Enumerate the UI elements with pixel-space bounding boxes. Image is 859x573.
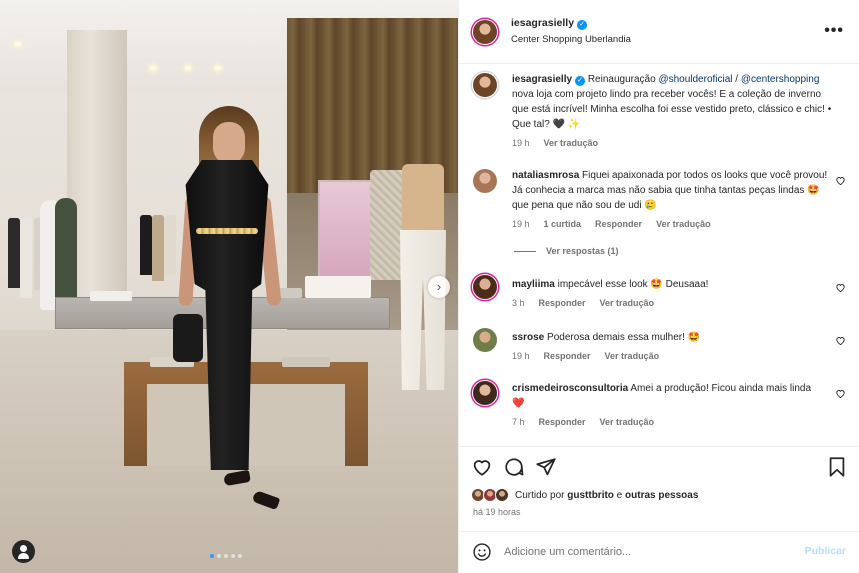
avatar[interactable] xyxy=(473,20,497,44)
caption-username[interactable]: iesagrasielly xyxy=(512,74,572,85)
mannequin xyxy=(55,198,77,308)
reply-button[interactable]: Responder xyxy=(539,417,586,427)
folded-clothes xyxy=(282,357,330,367)
carousel-indicator xyxy=(210,554,242,558)
emoji-icon[interactable] xyxy=(472,542,492,562)
carousel-next-button[interactable]: › xyxy=(428,276,450,298)
caption-meta: 19 h Ver tradução xyxy=(512,138,612,148)
heart-icon[interactable] xyxy=(835,175,846,186)
translate-button[interactable]: Ver tradução xyxy=(656,219,711,229)
comment-meta: 7 h Responder Ver tradução xyxy=(512,417,668,427)
translate-button[interactable]: Ver tradução xyxy=(600,298,655,308)
user-tag-icon[interactable] xyxy=(12,540,35,563)
more-icon[interactable]: ••• xyxy=(824,22,844,40)
post-header: iesagrasielly ✓ Center Shopping Uberlandi… xyxy=(459,0,859,64)
comment-username[interactable]: crismedeirosconsultoria xyxy=(512,383,628,394)
carousel-dot xyxy=(210,554,214,558)
folded-clothes xyxy=(305,276,371,298)
comment-meta: 3 h Responder Ver tradução xyxy=(512,298,668,308)
post-location[interactable]: Center Shopping Uberlandia xyxy=(511,34,631,45)
comments-section: iesagrasielly ✓ Reinauguração @shoulderof… xyxy=(459,64,859,446)
caption-time: 19 h xyxy=(512,138,530,148)
gold-belt xyxy=(196,228,258,234)
post-details-panel: iesagrasielly ✓ Center Shopping Uberlandi… xyxy=(458,0,859,573)
likes-text: Curtido por gusttbrito e outras pessoas xyxy=(515,490,698,501)
avatar xyxy=(495,488,509,502)
comment-time: 3 h xyxy=(512,298,525,308)
carousel-dot xyxy=(217,554,221,558)
carousel-dot xyxy=(231,554,235,558)
comment-icon[interactable] xyxy=(503,456,525,478)
avatar[interactable] xyxy=(473,328,497,352)
avatar[interactable] xyxy=(473,275,497,299)
bookmark-icon[interactable] xyxy=(826,456,848,478)
handbag xyxy=(173,314,203,362)
comment-text: crismedeirosconsultoria Amei a produção!… xyxy=(512,381,822,411)
comment-item: nataliasmrosa Fiquei apaixonada por todo… xyxy=(471,168,846,258)
carousel-dot xyxy=(238,554,242,558)
comment-text: nataliasmrosa Fiquei apaixonada por todo… xyxy=(512,168,832,213)
share-icon[interactable] xyxy=(535,456,557,478)
carousel-dot xyxy=(224,554,228,558)
heart-icon[interactable] xyxy=(471,456,493,478)
other-likers-link[interactable]: outras pessoas xyxy=(625,490,698,501)
avatar[interactable] xyxy=(473,381,497,405)
comment-composer: Publicar xyxy=(459,531,859,573)
caption-text-start: Reinauguração xyxy=(587,74,659,85)
comment-username[interactable]: nataliasmrosa xyxy=(512,170,579,181)
chevron-right-icon: › xyxy=(436,279,442,294)
folded-clothes xyxy=(90,291,132,301)
likes-prefix: Curtido por xyxy=(515,490,568,501)
likes-separator: e xyxy=(613,490,626,501)
heart-icon[interactable] xyxy=(835,282,846,293)
publish-button[interactable]: Publicar xyxy=(805,545,846,557)
ceiling-light xyxy=(215,66,221,70)
author-username[interactable]: iesagrasielly xyxy=(511,17,574,29)
comment-text: ssrose Poderosa demais essa mulher! 🤩 xyxy=(512,330,832,345)
heart-icon[interactable] xyxy=(835,335,846,346)
reply-button[interactable]: Responder xyxy=(539,298,586,308)
comment-item: ssrose Poderosa demais essa mulher! 🤩 19… xyxy=(471,327,846,375)
verified-icon: ✓ xyxy=(575,76,586,86)
comment-username[interactable]: mayliima xyxy=(512,279,555,290)
comment-time: 19 h xyxy=(512,219,530,229)
liker-username[interactable]: gusttbrito xyxy=(567,490,614,501)
likes-summary[interactable]: Curtido por gusttbrito e outras pessoas xyxy=(471,488,851,504)
translate-button[interactable]: Ver tradução xyxy=(544,138,599,148)
translate-button[interactable]: Ver tradução xyxy=(600,417,655,427)
comment-body: impecável esse look 🤩 Deusaaa! xyxy=(557,279,709,290)
heart-icon[interactable] xyxy=(835,388,846,399)
comment-item: mayliima impecável esse look 🤩 Deusaaa! … xyxy=(471,274,846,322)
avatar[interactable] xyxy=(473,73,497,97)
post-actions xyxy=(459,446,859,486)
caption-separator: / xyxy=(732,74,741,85)
comment-time: 7 h xyxy=(512,417,525,427)
translate-button[interactable]: Ver tradução xyxy=(605,351,660,361)
reply-button[interactable]: Responder xyxy=(544,351,591,361)
post-photo[interactable]: › xyxy=(0,0,458,573)
comment-likes[interactable]: 1 curtida xyxy=(544,219,582,229)
caption: iesagrasielly ✓ Reinauguração @shoulderof… xyxy=(471,72,846,160)
caption-text-body: nova loja com projeto lindo pra receber … xyxy=(512,89,832,130)
woman-face xyxy=(213,122,245,164)
verified-icon: ✓ xyxy=(577,20,588,30)
caption-text: iesagrasielly ✓ Reinauguração @shoulderof… xyxy=(512,72,832,132)
ceiling-light xyxy=(15,42,21,46)
view-replies-button[interactable]: Ver respostas (1) xyxy=(514,246,619,256)
ceiling-light xyxy=(185,66,191,70)
comment-body: Poderosa demais essa mulher! 🤩 xyxy=(547,332,701,343)
comment-text: mayliima impecável esse look 🤩 Deusaaa! xyxy=(512,277,832,292)
comment-meta: 19 h Responder Ver tradução xyxy=(512,351,673,361)
comment-meta: 19 h 1 curtida Responder Ver tradução xyxy=(512,219,725,229)
mention-link[interactable]: @shoulderoficial xyxy=(658,74,732,85)
ceiling-light xyxy=(150,66,156,70)
avatar[interactable] xyxy=(473,169,497,193)
comment-item: crismedeirosconsultoria Amei a produção!… xyxy=(471,380,846,440)
mention-link[interactable]: @centershopping xyxy=(741,74,820,85)
comment-input[interactable] xyxy=(504,542,804,562)
comment-time: 19 h xyxy=(512,351,530,361)
post-timestamp[interactable]: há 19 horas xyxy=(473,507,521,517)
comment-username[interactable]: ssrose xyxy=(512,332,544,343)
reply-button[interactable]: Responder xyxy=(595,219,642,229)
